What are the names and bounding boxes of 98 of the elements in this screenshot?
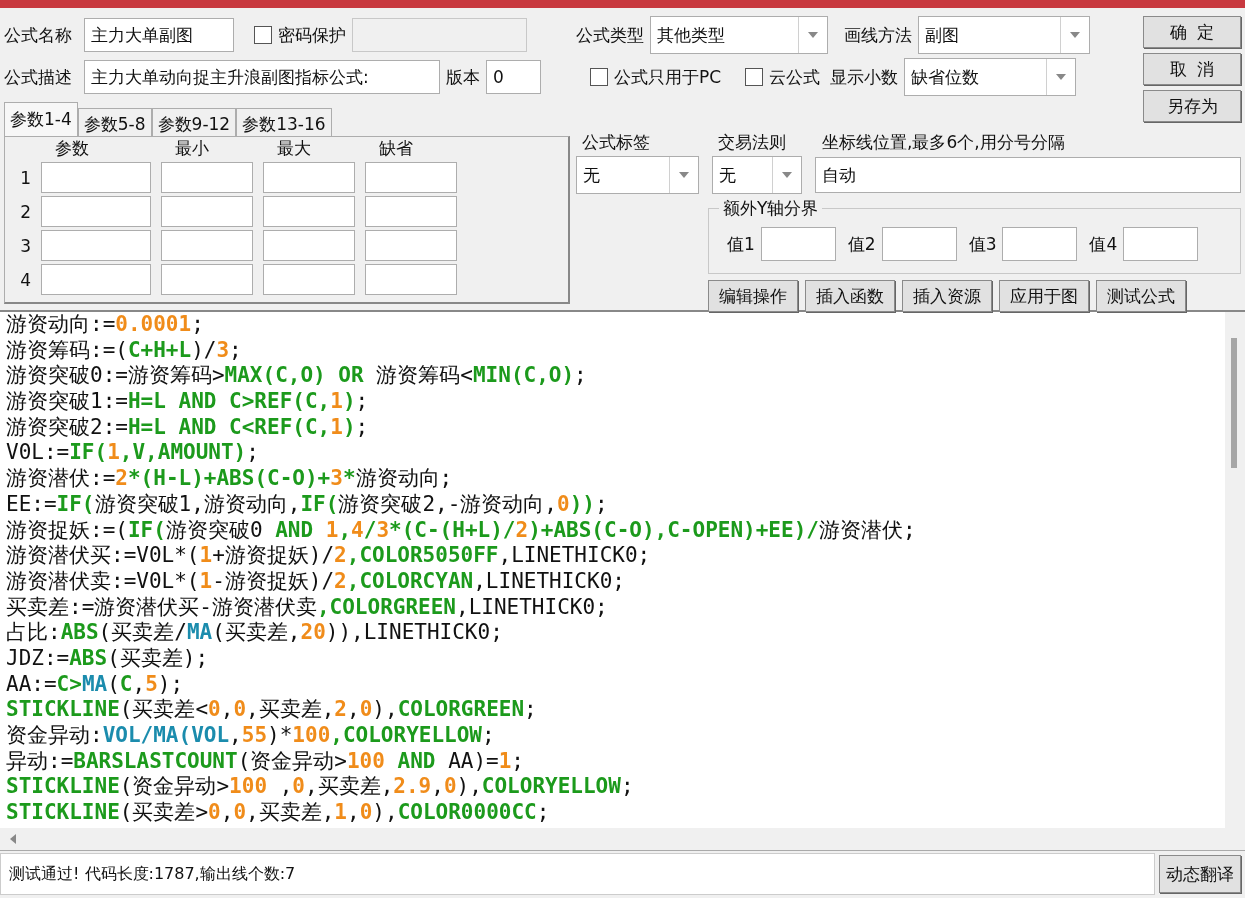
param-field[interactable]	[263, 230, 355, 261]
code-line: STICKLINE(资金异动>100 ,0,买卖差,2.9,0),COLORYELLOW;	[6, 774, 635, 801]
column-header: 最小	[174, 137, 210, 159]
code-line: 买卖差:=游资潜伏买-游资潜伏卖,COLORGREEN,LINETHICK0;	[6, 594, 609, 621]
version-field[interactable]: 0	[486, 60, 541, 94]
row-number: 1	[19, 167, 31, 188]
param-tab[interactable]: 参数13-16	[236, 108, 332, 136]
code-line: EE:=IF(游资突破1,游资动向,IF(游资突破2,-游资动向,0));	[6, 491, 609, 518]
value-label: 值3	[968, 232, 997, 256]
code-line: 游资潜伏:=2*(H-L)+ABS(C-O)+3*游资动向;	[6, 466, 454, 492]
value-field[interactable]	[760, 227, 836, 261]
code-line: 游资潜伏卖:=V0L*(1-游资捉妖)/2,COLORCYAN,LINETHICK0;	[6, 568, 626, 595]
scroll-left-icon[interactable]	[10, 834, 16, 844]
code-line: 游资突破0:=游资筹码>MAX(C,O) OR 游资筹码<MIN(C,O);	[6, 363, 588, 390]
formula-name-field[interactable]: 主力大单副图	[84, 18, 234, 52]
option-label: 公式只用于PC	[614, 65, 722, 89]
draw-method-label: 画线方法	[844, 23, 912, 47]
param-field[interactable]	[41, 230, 151, 261]
value-field[interactable]	[1123, 227, 1199, 261]
value-field[interactable]	[1002, 227, 1078, 261]
param-field[interactable]	[365, 264, 457, 295]
decimals-dropdown[interactable]: 缺省位数	[904, 58, 1077, 96]
formula-type-label: 公式类型	[576, 23, 644, 47]
param-field[interactable]	[161, 162, 253, 193]
action-button[interactable]: 编辑操作	[708, 280, 798, 312]
param-field[interactable]	[365, 196, 457, 227]
trade-rule-dropdown[interactable]: 无	[712, 156, 802, 194]
param-field[interactable]	[263, 162, 355, 193]
param-field[interactable]	[161, 196, 253, 227]
value-field[interactable]	[881, 227, 957, 261]
checkbox[interactable]	[254, 26, 272, 44]
password-label: 密码保护	[278, 23, 346, 47]
action-button[interactable]: 插入资源	[902, 280, 992, 312]
code-line: 游资突破2:=H=L AND C<REF(C,1);	[6, 414, 370, 441]
dialog-button[interactable]: 另存为	[1143, 90, 1241, 122]
column-header: 最大	[276, 137, 312, 159]
version-label: 版本	[446, 65, 480, 89]
code-line: V0L:=IF(1,V,AMOUNT);	[6, 440, 260, 467]
row-number: 3	[19, 235, 31, 256]
action-button[interactable]: 测试公式	[1096, 280, 1186, 312]
value-label: 值1	[727, 232, 755, 256]
code-line: 占比:ABS(买卖差/MA(买卖差,20)),LINETHICK0;	[6, 620, 504, 646]
draw-method-dropdown[interactable]: 副图	[918, 16, 1090, 54]
formula-tag-label: 公式标签	[581, 131, 651, 154]
status-message: 测试通过! 代码长度:1787,输出线个数:7	[9, 863, 296, 885]
code-line: STICKLINE(买卖差<0,0,买卖差,2,0),COLORGREEN;	[6, 697, 538, 723]
row-number: 4	[19, 269, 31, 290]
translate-button[interactable]: 动态翻译	[1159, 855, 1241, 893]
code-line: 游资突破1:=H=L AND C>REF(C,1);	[6, 389, 370, 415]
decimals-label: 显示小数	[830, 65, 899, 89]
action-button[interactable]: 插入函数	[805, 280, 895, 312]
axis-lines-field[interactable]: 自动	[815, 157, 1241, 193]
code-line: JDZ:=ABS(买卖差);	[6, 645, 210, 672]
dropdown-arrow-icon	[679, 172, 689, 178]
dropdown-arrow-icon	[808, 32, 818, 38]
trade-rule-label: 交易法则	[718, 131, 787, 154]
option-label: 云公式	[769, 65, 821, 89]
group-title: 额外Y轴分界	[719, 197, 823, 220]
code-line: STICKLINE(买卖差>0,0,买卖差,1,0),COLOR0000CC;	[6, 800, 551, 826]
code-line: 资金异动:VOL/MA(VOL,55)*100,COLORYELLOW;	[6, 723, 496, 749]
dropdown-arrow-icon	[1070, 32, 1080, 38]
vertical-scrollbar[interactable]	[1225, 312, 1245, 828]
code-line: 游资潜伏买:=V0L*(1+游资捉妖)/2,COLOR5050FF,LINETHICK0;	[6, 543, 652, 569]
axis-lines-label: 坐标线位置,最多6个,用分号分隔	[822, 131, 1065, 154]
code-line: 游资筹码:=(C+H+L)/3;	[6, 337, 243, 364]
formula-tag-dropdown[interactable]: 无	[576, 156, 699, 194]
param-field[interactable]	[365, 230, 457, 261]
param-tab[interactable]: 参数1-4	[4, 102, 78, 136]
checkbox[interactable]	[590, 68, 608, 86]
param-field[interactable]	[41, 264, 151, 295]
param-field[interactable]	[365, 162, 457, 193]
dropdown-arrow-icon	[782, 172, 792, 178]
dialog-button[interactable]: 取 消	[1143, 53, 1241, 85]
description-label: 公式描述	[4, 65, 72, 89]
value-label: 值2	[847, 232, 876, 256]
dialog-button[interactable]: 确 定	[1143, 16, 1241, 48]
code-line: 游资动向:=0.0001;	[6, 312, 205, 338]
code-line: 游资捉妖:=(IF(游资突破0 AND 1,4/3*(C-(H+L)/2)+ABS(C-O),C-OPEN)+EE)/游资潜伏;	[6, 517, 917, 544]
column-header: 参数	[54, 137, 90, 159]
checkbox[interactable]	[745, 68, 764, 86]
dropdown-arrow-icon	[1056, 74, 1067, 80]
action-button[interactable]: 应用于图	[999, 280, 1089, 312]
param-tab[interactable]: 参数9-12	[151, 108, 237, 136]
param-tab[interactable]: 参数5-8	[77, 108, 152, 136]
formula-type-dropdown[interactable]: 其他类型	[650, 16, 828, 54]
param-field[interactable]	[41, 162, 151, 193]
param-field[interactable]	[263, 196, 355, 227]
code-line: AA:=C>MA(C,5);	[6, 671, 185, 698]
param-field[interactable]	[263, 264, 355, 295]
description-field[interactable]: 主力大单动向捉主升浪副图指标公式:	[84, 60, 440, 94]
param-field[interactable]	[161, 264, 253, 295]
param-field[interactable]	[161, 230, 253, 261]
value-label: 值4	[1089, 232, 1118, 256]
row-number: 2	[19, 201, 31, 222]
code-line: 异动:=BARSLASTCOUNT(资金异动>100 AND AA)=1;	[6, 748, 525, 775]
column-header: 缺省	[378, 137, 414, 159]
formula-name-label: 公式名称	[4, 23, 72, 47]
param-field[interactable]	[41, 196, 151, 227]
